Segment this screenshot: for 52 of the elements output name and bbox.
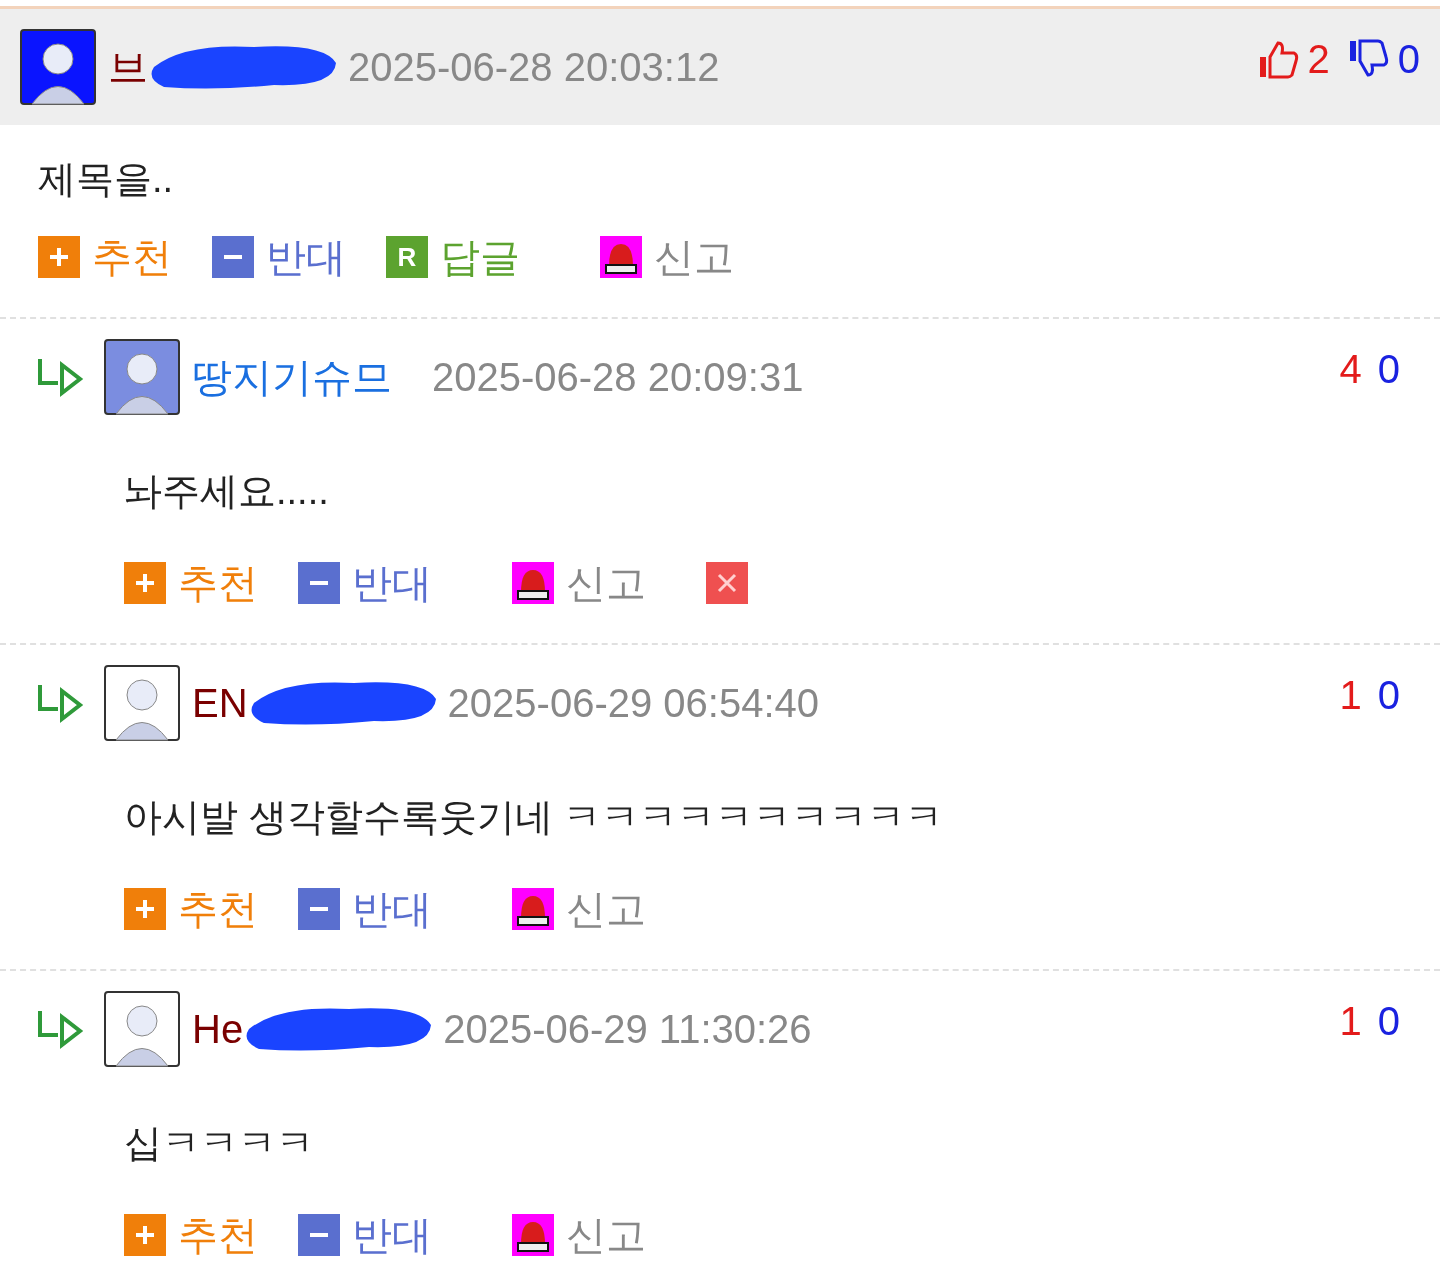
downvote-count: 0 [1377, 672, 1400, 719]
avatar-icon [104, 339, 180, 415]
siren-icon [600, 236, 642, 278]
close-icon [717, 573, 737, 593]
plus-icon [124, 1214, 166, 1256]
comment-text: 제목을.. [38, 156, 175, 202]
delete-button[interactable] [706, 562, 748, 604]
username[interactable]: He [192, 999, 244, 1059]
oppose-button[interactable]: 반대 [298, 562, 432, 604]
username[interactable]: EN [192, 673, 248, 733]
report-button[interactable]: 신고 [512, 888, 646, 930]
comment-text: 아시발 생각할수록웃기네 ㅋㅋㅋㅋㅋㅋㅋㅋㅋㅋ [124, 794, 945, 840]
minus-icon [298, 1214, 340, 1256]
avatar-icon [104, 665, 180, 741]
downvote-count: 0 [1377, 998, 1400, 1045]
downvote-count: 0 [1397, 36, 1420, 83]
oppose-button[interactable]: 반대 [212, 236, 346, 278]
siren-icon [512, 888, 554, 930]
timestamp: 2025-06-28 20:03:12 [348, 44, 720, 91]
timestamp: 2025-06-29 11:30:26 [443, 1006, 812, 1053]
username[interactable]: 브 [108, 37, 148, 97]
comment-text: 십ㅋㅋㅋㅋ [124, 1120, 315, 1166]
oppose-button[interactable]: 반대 [298, 888, 432, 930]
timestamp: 2025-06-28 20:09:31 [432, 354, 804, 401]
recommend-button[interactable]: 추천 [38, 236, 172, 278]
plus-icon [124, 562, 166, 604]
minus-icon [298, 888, 340, 930]
upvote-count: 2 [1307, 36, 1330, 83]
recommend-button[interactable]: 추천 [124, 562, 258, 604]
recommend-button[interactable]: 추천 [124, 1214, 258, 1256]
report-button[interactable]: 신고 [512, 1214, 646, 1256]
plus-icon [38, 236, 80, 278]
recommend-button[interactable]: 추천 [124, 888, 258, 930]
reply-icon: R [386, 236, 428, 278]
upvote-count: 1 [1339, 998, 1362, 1045]
avatar-icon [104, 991, 180, 1067]
reply-button[interactable]: R 답글 [386, 236, 520, 278]
username[interactable]: 땅지기슈므 [192, 347, 392, 407]
minus-icon [298, 562, 340, 604]
avatar-icon [20, 29, 96, 105]
upvote-count: 4 [1339, 346, 1362, 393]
upvote-count: 1 [1339, 672, 1362, 719]
siren-icon [512, 562, 554, 604]
comment-text: 놔주세요..... [124, 468, 330, 514]
downvote-count: 0 [1377, 346, 1400, 393]
oppose-button[interactable]: 반대 [298, 1214, 432, 1256]
timestamp: 2025-06-29 06:54:40 [447, 680, 819, 727]
report-button[interactable]: 신고 [512, 562, 646, 604]
report-button[interactable]: 신고 [600, 236, 734, 278]
siren-icon [512, 1214, 554, 1256]
plus-icon [124, 888, 166, 930]
minus-icon [212, 236, 254, 278]
